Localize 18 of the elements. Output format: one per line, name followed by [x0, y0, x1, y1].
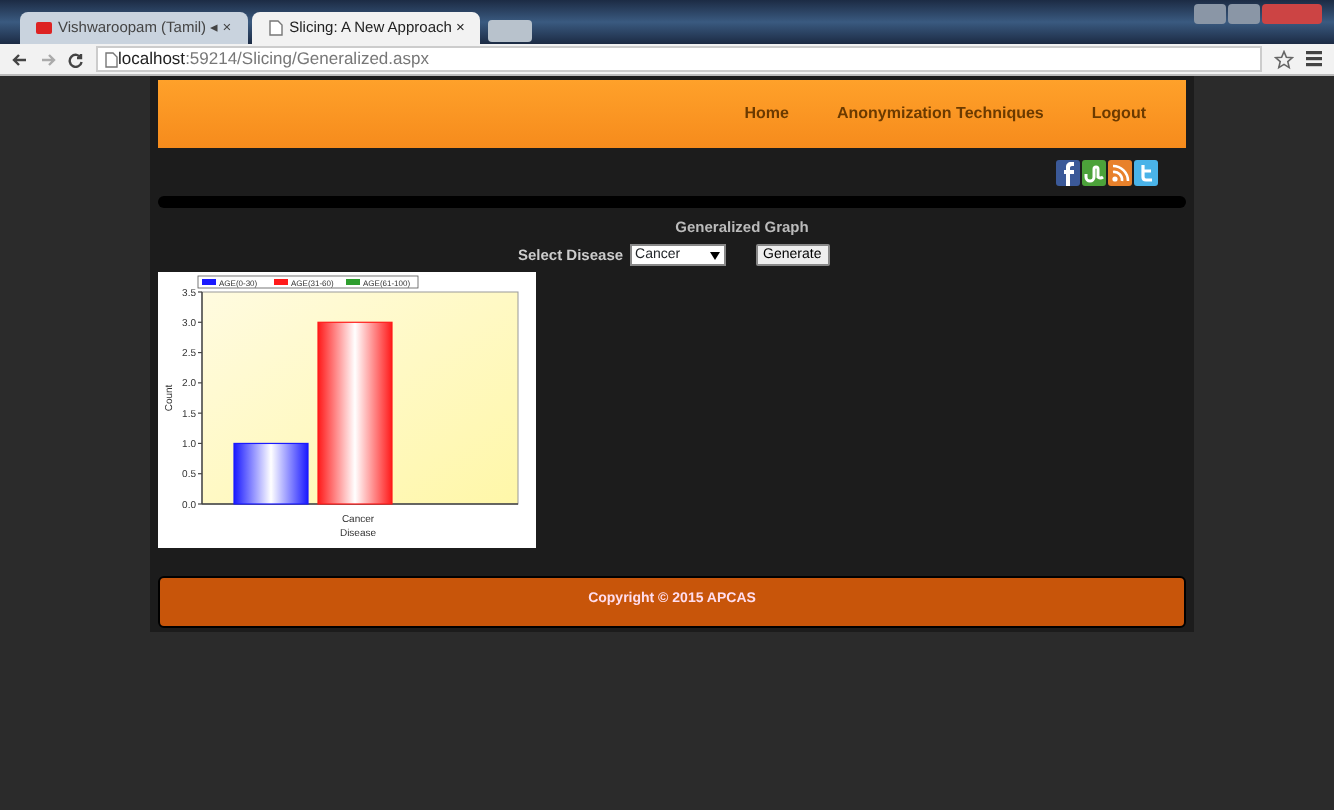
nav-link[interactable]: Logout: [1091, 102, 1146, 126]
page-icon: [267, 20, 284, 36]
rss-icon[interactable]: [1108, 160, 1132, 186]
reload-icon[interactable]: [68, 51, 84, 67]
twitter-icon[interactable]: [1134, 160, 1158, 186]
new-tab-button[interactable]: [488, 20, 533, 42]
nav-link[interactable]: Home: [744, 102, 789, 126]
back-icon[interactable]: [12, 51, 28, 67]
video-icon: [36, 20, 52, 36]
menu-icon[interactable]: [1306, 50, 1322, 68]
star-icon[interactable]: [1274, 49, 1294, 69]
address-field[interactable]: localhost:59214/Slicing/Generalized.aspx: [96, 46, 1262, 72]
facebook-icon[interactable]: [1056, 160, 1080, 186]
page-icon: [104, 51, 118, 67]
nav-link[interactable]: Anonymization Techniques: [836, 102, 1044, 126]
caret-icon: [709, 251, 720, 260]
stumbleupon-icon[interactable]: [1082, 160, 1106, 186]
forward-icon[interactable]: [40, 51, 56, 67]
